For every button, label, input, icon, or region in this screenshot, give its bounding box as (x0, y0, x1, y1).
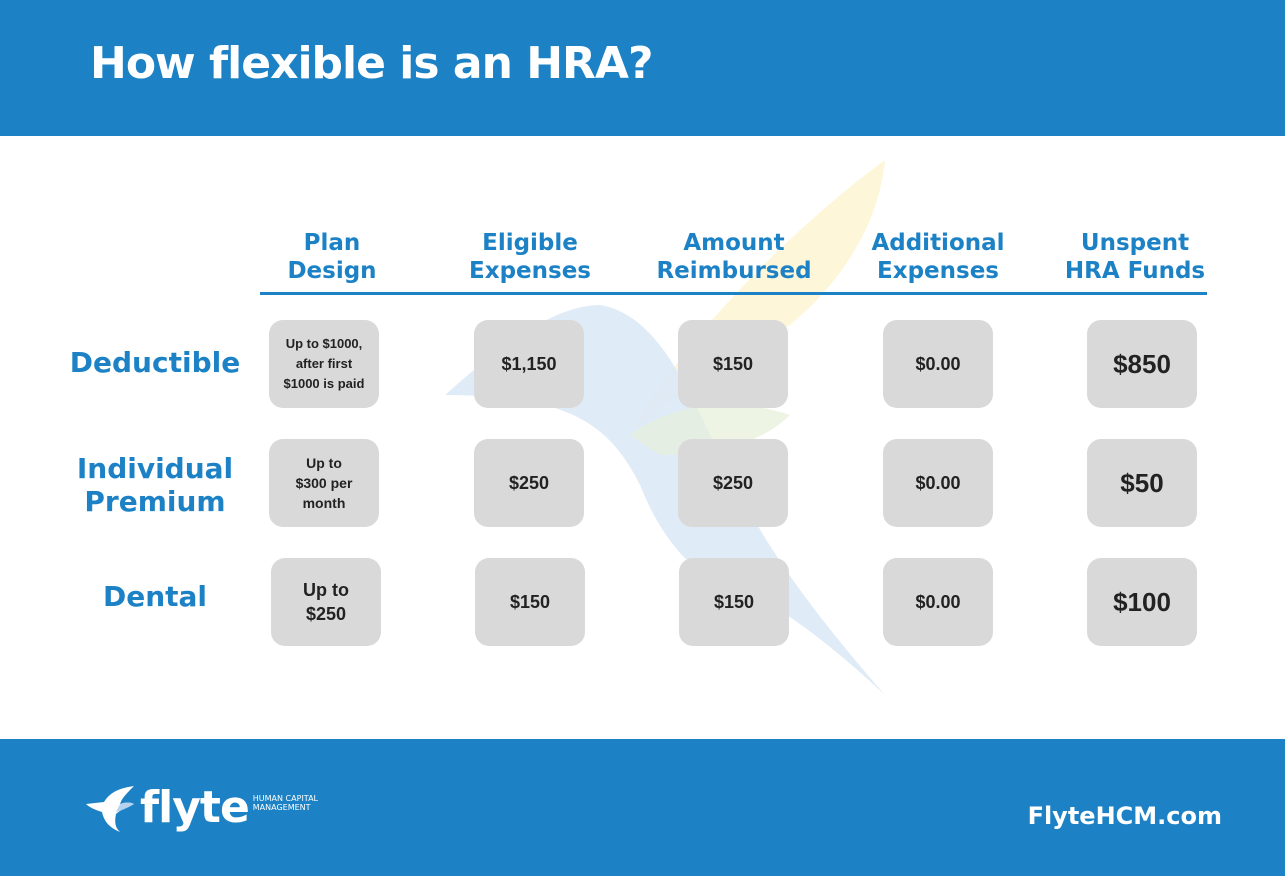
cell-dental-additional: $0.00 (883, 558, 993, 646)
cell-dental-plan-design: Up to $250 (271, 558, 381, 646)
row-label-individual-premium: Individual Premium (76, 452, 234, 518)
column-header-eligible-expenses: Eligible Expenses (469, 230, 591, 284)
cell-premium-unspent: $50 (1087, 439, 1197, 527)
column-header-amount-reimbursed: Amount Reimbursed (656, 230, 812, 284)
column-header-additional-expenses: Additional Expenses (871, 230, 1005, 284)
row-label-dental: Dental (102, 580, 208, 613)
cell-deductible-plan-design: Up to $1000, after first $1000 is paid (269, 320, 379, 408)
header-banner: How flexible is an HRA? (0, 0, 1285, 136)
cell-deductible-reimbursed: $150 (678, 320, 788, 408)
cell-dental-unspent: $100 (1087, 558, 1197, 646)
row-label-deductible: Deductible (69, 346, 241, 379)
website-link[interactable]: FlyteHCM.com (1028, 802, 1222, 830)
page-title: How flexible is an HRA? (90, 38, 653, 89)
cell-deductible-unspent: $850 (1087, 320, 1197, 408)
cell-deductible-eligible: $1,150 (474, 320, 584, 408)
header-divider (260, 292, 1207, 295)
cell-premium-eligible: $250 (474, 439, 584, 527)
cell-premium-additional: $0.00 (883, 439, 993, 527)
cell-premium-reimbursed: $250 (678, 439, 788, 527)
cell-dental-reimbursed: $150 (679, 558, 789, 646)
column-header-plan-design: Plan Design (287, 230, 377, 284)
column-header-unspent-funds: Unspent HRA Funds (1064, 230, 1206, 284)
logo-wordmark: flyte (140, 782, 250, 833)
cell-premium-plan-design: Up to $300 per month (269, 439, 379, 527)
flyte-logo: flyte HUMAN CAPITAL MANAGEMENT (86, 782, 318, 833)
cell-dental-eligible: $150 (475, 558, 585, 646)
hummingbird-logo-icon (86, 785, 134, 832)
cell-deductible-additional: $0.00 (883, 320, 993, 408)
logo-tagline: HUMAN CAPITAL MANAGEMENT (252, 793, 318, 812)
